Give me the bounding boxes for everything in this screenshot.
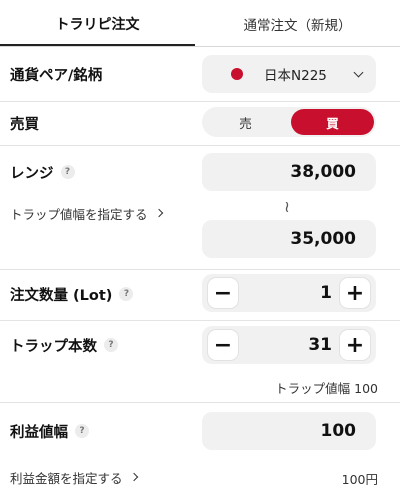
symbol-value: 日本N225 <box>264 68 327 84</box>
range-label-text: レンジ <box>10 165 54 182</box>
range-lower-input[interactable]: 35,000 <box>202 220 376 258</box>
decrement-button[interactable]: − <box>208 330 238 360</box>
order-type-tabs: トラリピ注文 通常注文（新規） <box>0 0 400 47</box>
range-separator: ≀ <box>284 197 290 216</box>
chevron-right-icon <box>154 208 163 218</box>
increment-button[interactable]: + <box>340 330 370 360</box>
profit-amount-link[interactable]: 利益金額を指定する <box>10 467 138 487</box>
trap-width-link-text: トラップ値幅を指定する <box>10 206 148 222</box>
row-divider <box>0 101 400 102</box>
help-icon[interactable]: ? <box>104 338 118 352</box>
row-divider <box>0 320 400 321</box>
profit-width-label: 利益値幅 ? <box>10 419 89 443</box>
profit-amount-link-text: 利益金額を指定する <box>10 470 123 486</box>
symbol-select[interactable]: 日本N225 <box>202 55 376 93</box>
order-qty-label: 注文数量 (Lot) ? <box>10 282 134 306</box>
trap-count-label-text: トラップ本数 <box>10 338 97 355</box>
profit-amount-value: 100円 <box>341 472 378 487</box>
trap-count-label: トラップ本数 ? <box>10 333 118 357</box>
trap-width-link[interactable]: トラップ値幅を指定する <box>10 203 163 223</box>
row-divider <box>0 269 400 270</box>
tab-normal-order[interactable]: 通常注文（新規） <box>195 0 400 47</box>
row-divider <box>0 402 400 403</box>
symbol-label: 通貨ペア/銘柄 <box>10 62 102 86</box>
buy-sell-toggle: 売 買 <box>202 107 376 137</box>
side-label-text: 売買 <box>10 116 39 133</box>
decrement-button[interactable]: − <box>208 278 238 308</box>
trap-width-note: トラップ値幅 100 <box>275 381 378 396</box>
japan-flag-icon <box>231 68 243 80</box>
side-label: 売買 <box>10 111 39 135</box>
help-icon[interactable]: ? <box>119 287 134 301</box>
range-label: レンジ ? <box>10 160 75 184</box>
profit-width-input[interactable]: 100 <box>202 412 376 450</box>
chevron-down-icon <box>353 67 364 78</box>
trap-count-value[interactable]: 31 <box>242 326 336 364</box>
symbol-label-text: 通貨ペア/銘柄 <box>10 67 103 84</box>
trap-count-stepper: − 31 + <box>202 326 376 364</box>
row-divider <box>0 145 400 146</box>
order-qty-stepper: − 1 + <box>202 274 376 312</box>
order-qty-value[interactable]: 1 <box>242 274 336 312</box>
tab-trarepi-order[interactable]: トラリピ注文 <box>0 0 195 47</box>
order-qty-label-text: 注文数量 (Lot) <box>10 287 113 304</box>
chevron-right-icon <box>129 472 138 482</box>
tabs-divider <box>0 46 400 47</box>
help-icon[interactable]: ? <box>75 424 89 438</box>
range-upper-input[interactable]: 38,000 <box>202 153 376 191</box>
buy-option[interactable]: 買 <box>291 109 374 135</box>
help-icon[interactable]: ? <box>60 165 75 179</box>
sell-option[interactable]: 売 <box>202 107 289 137</box>
increment-button[interactable]: + <box>340 278 370 308</box>
profit-width-label-text: 利益値幅 <box>10 424 68 441</box>
